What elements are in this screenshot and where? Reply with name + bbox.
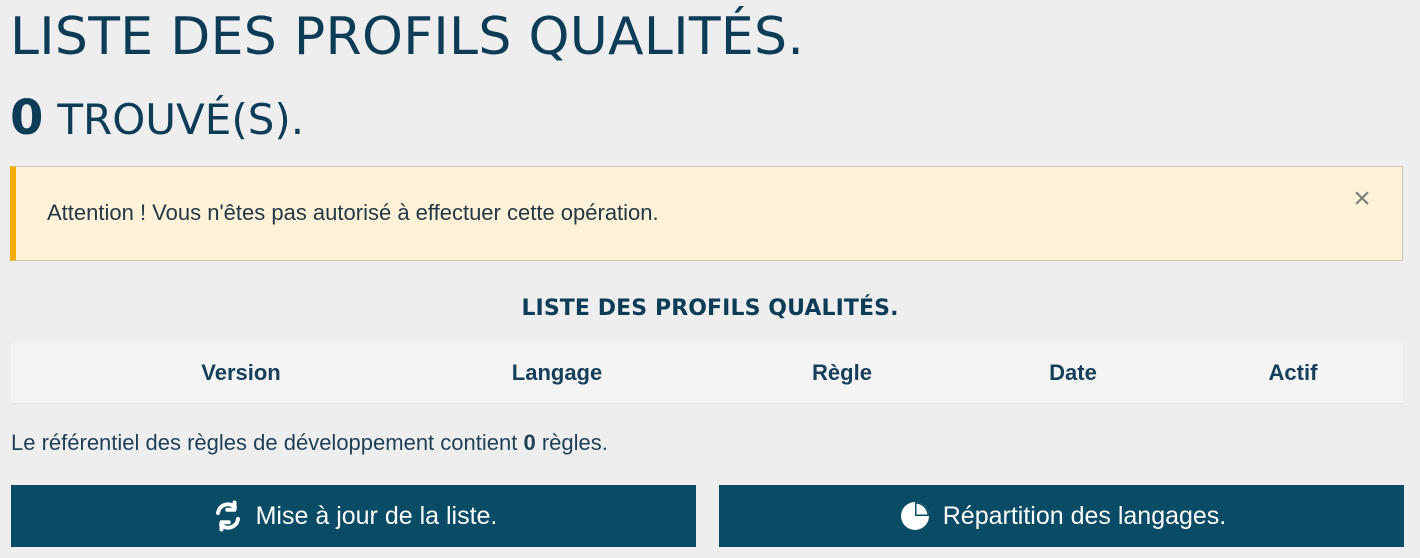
refresh-list-button[interactable]: Mise à jour de la liste. — [11, 485, 696, 547]
column-header-active: Actif — [1268, 360, 1318, 385]
quality-profiles-table-header: Version Langage Règle Date Actif — [11, 343, 1403, 404]
language-distribution-label: Répartition des langages. — [942, 501, 1227, 530]
pie-chart-icon — [897, 498, 933, 534]
close-alert-button[interactable]: × — [1348, 182, 1376, 215]
rules-count: 0 — [523, 430, 536, 455]
close-icon: × — [1353, 182, 1371, 215]
column-header-language: Langage — [511, 360, 603, 385]
table-caption: LISTE DES PROFILS QUALITÉS. — [521, 296, 899, 321]
page-title: LISTE DES PROFILS QUALITÉS. — [10, 7, 805, 67]
warning-alert: Attention ! Vous n'êtes pas autorisé à e… — [10, 166, 1403, 261]
column-header-version: Version — [201, 360, 281, 385]
results-count: 0 — [10, 90, 44, 146]
results-summary: 0 TROUVÉ(S). — [10, 92, 304, 145]
alert-message: Attention ! Vous n'êtes pas autorisé à e… — [47, 200, 659, 226]
column-header-rule: Règle — [812, 360, 872, 385]
quality-profiles-page: LISTE DES PROFILS QUALITÉS. 0 TROUVÉ(S).… — [0, 0, 1420, 558]
rules-summary: Le référentiel des règles de développeme… — [11, 429, 608, 457]
refresh-icon — [210, 498, 246, 534]
rules-summary-suffix: règles. — [535, 430, 608, 455]
language-distribution-button[interactable]: Répartition des langages. — [719, 485, 1404, 547]
rules-summary-prefix: Le référentiel des règles de développeme… — [11, 430, 524, 455]
refresh-list-label: Mise à jour de la liste. — [255, 501, 498, 530]
column-header-date: Date — [1049, 360, 1097, 385]
results-label: TROUVÉ(S). — [57, 95, 305, 144]
